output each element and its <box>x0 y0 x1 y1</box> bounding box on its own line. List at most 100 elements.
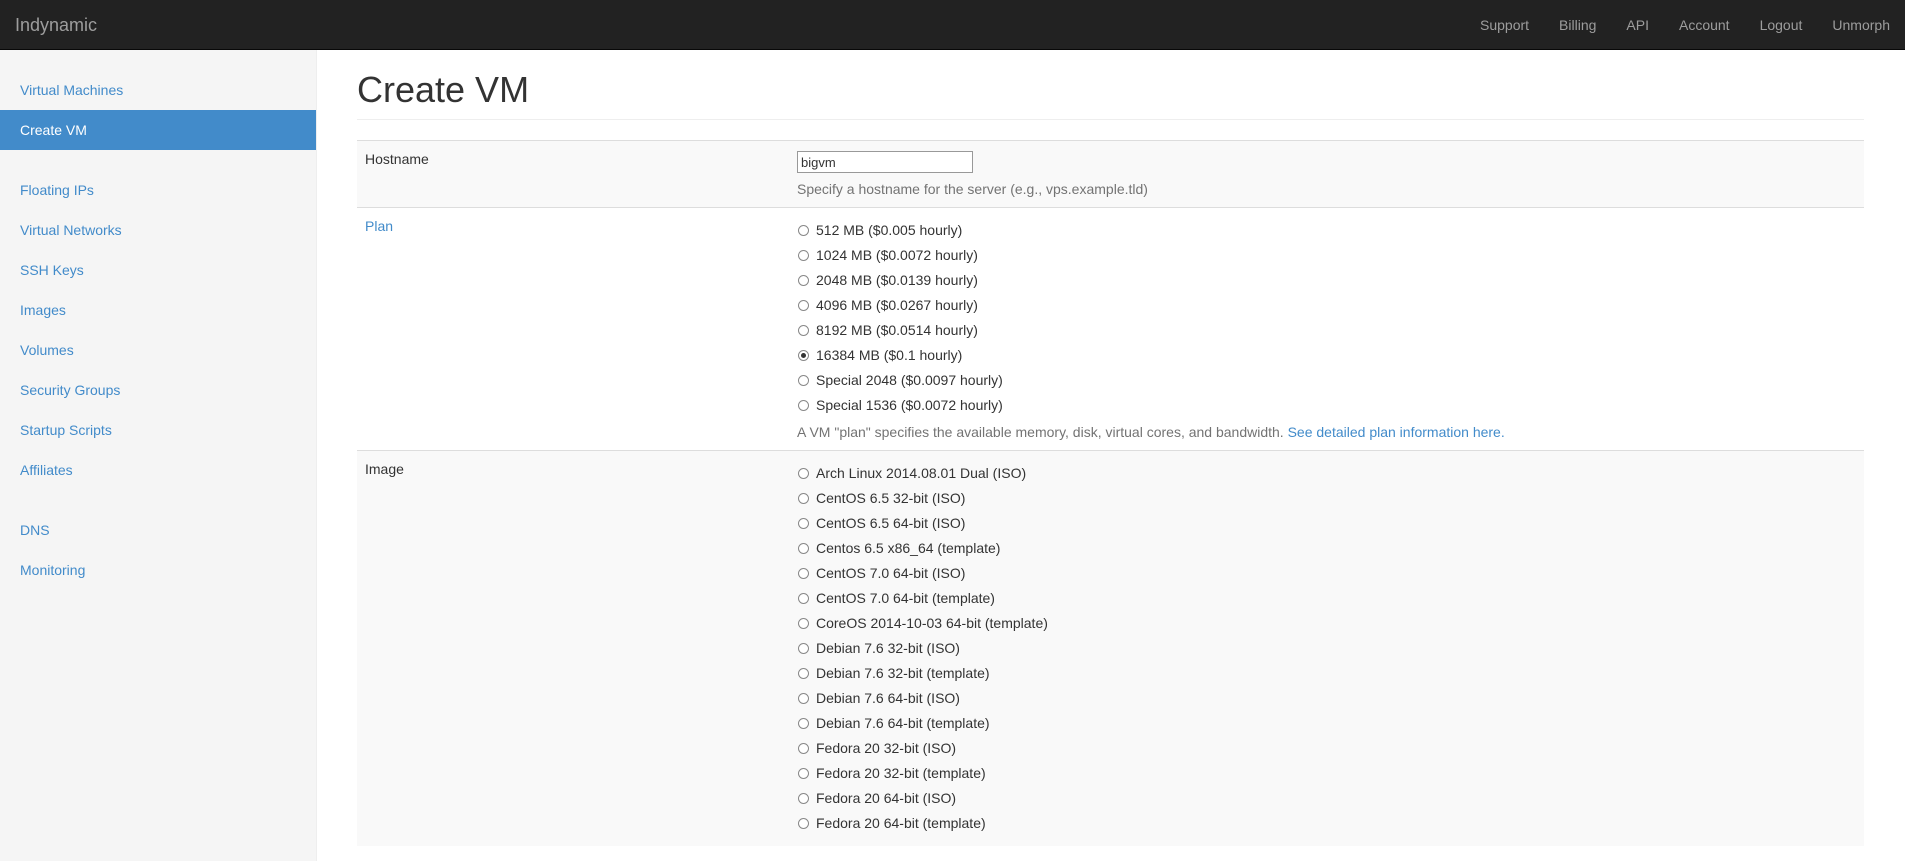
sidebar-link-images[interactable]: Images <box>0 290 316 330</box>
plan-details-link[interactable]: See detailed plan information here. <box>1288 424 1505 440</box>
sidebar-item-images: Images <box>0 290 316 330</box>
sidebar-link-security-groups[interactable]: Security Groups <box>0 370 316 410</box>
plan-label[interactable]: Plan <box>357 208 797 450</box>
image-option-label: Centos 6.5 x86_64 (template) <box>816 540 1001 556</box>
plan-option[interactable]: 4096 MB ($0.0267 hourly) <box>797 293 1864 318</box>
image-option[interactable]: Fedora 20 64-bit (template) <box>797 811 1864 836</box>
plan-option[interactable]: 16384 MB ($0.1 hourly) <box>797 343 1864 368</box>
image-radio[interactable] <box>798 818 809 829</box>
image-option-label: CentOS 7.0 64-bit (template) <box>816 590 995 606</box>
plan-option[interactable]: Special 2048 ($0.0097 hourly) <box>797 368 1864 393</box>
plan-option[interactable]: 512 MB ($0.005 hourly) <box>797 218 1864 243</box>
image-option[interactable]: Fedora 20 64-bit (ISO) <box>797 786 1864 811</box>
sidebar-item-virtual-networks: Virtual Networks <box>0 210 316 250</box>
sidebar-item-ssh-keys: SSH Keys <box>0 250 316 290</box>
sidebar-link-virtual-machines[interactable]: Virtual Machines <box>0 70 316 110</box>
sidebar-item-security-groups: Security Groups <box>0 370 316 410</box>
sidebar-group-vms: Virtual Machines Create VM <box>0 70 316 150</box>
sidebar-item-dns: DNS <box>0 510 316 550</box>
image-option[interactable]: CentOS 7.0 64-bit (ISO) <box>797 561 1864 586</box>
topnav-link-billing[interactable]: Billing <box>1544 0 1611 50</box>
sidebar-link-monitoring[interactable]: Monitoring <box>0 550 316 590</box>
image-option[interactable]: Debian 7.6 64-bit (ISO) <box>797 686 1864 711</box>
image-radio[interactable] <box>798 643 809 654</box>
plan-options: 512 MB ($0.005 hourly) 1024 MB ($0.0072 h… <box>797 218 1864 418</box>
plan-option-label: Special 2048 ($0.0097 hourly) <box>816 372 1003 388</box>
image-radio[interactable] <box>798 668 809 679</box>
plan-option-label: 1024 MB ($0.0072 hourly) <box>816 247 978 263</box>
image-radio[interactable] <box>798 468 809 479</box>
image-option-label: Fedora 20 32-bit (ISO) <box>816 740 957 756</box>
topnav-link-account[interactable]: Account <box>1664 0 1745 50</box>
image-option[interactable]: Fedora 20 32-bit (ISO) <box>797 736 1864 761</box>
hostname-help: Specify a hostname for the server (e.g.,… <box>797 181 1148 197</box>
topnav-link-api[interactable]: API <box>1611 0 1664 50</box>
plan-radio[interactable] <box>798 400 809 411</box>
image-option[interactable]: CoreOS 2014-10-03 64-bit (template) <box>797 611 1864 636</box>
image-option-label: Fedora 20 32-bit (template) <box>816 765 986 781</box>
sidebar-link-startup-scripts[interactable]: Startup Scripts <box>0 410 316 450</box>
image-radio[interactable] <box>798 743 809 754</box>
plan-radio[interactable] <box>798 225 809 236</box>
plan-radio[interactable] <box>798 375 809 386</box>
sidebar-item-monitoring: Monitoring <box>0 550 316 590</box>
sidebar-item-create-vm: Create VM <box>0 110 316 150</box>
image-option[interactable]: CentOS 6.5 64-bit (ISO) <box>797 511 1864 536</box>
topnav-link-logout[interactable]: Logout <box>1745 0 1818 50</box>
plan-radio[interactable] <box>798 350 809 361</box>
image-radio[interactable] <box>798 593 809 604</box>
sidebar-link-dns[interactable]: DNS <box>0 510 316 550</box>
image-radio[interactable] <box>798 543 809 554</box>
sidebar-group-resources: Floating IPs Virtual Networks SSH Keys Imag… <box>0 170 316 490</box>
image-radio[interactable] <box>798 718 809 729</box>
image-radio[interactable] <box>798 618 809 629</box>
plan-radio[interactable] <box>798 325 809 336</box>
image-option[interactable]: Centos 6.5 x86_64 (template) <box>797 536 1864 561</box>
image-option-label: Debian 7.6 32-bit (ISO) <box>816 640 960 656</box>
plan-option[interactable]: 8192 MB ($0.0514 hourly) <box>797 318 1864 343</box>
plan-option[interactable]: 2048 MB ($0.0139 hourly) <box>797 268 1864 293</box>
image-radio[interactable] <box>798 568 809 579</box>
plan-option-label: Special 1536 ($0.0072 hourly) <box>816 397 1003 413</box>
image-radio[interactable] <box>798 693 809 704</box>
image-radio[interactable] <box>798 793 809 804</box>
sidebar-link-create-vm[interactable]: Create VM <box>0 110 316 150</box>
plan-option-label: 16384 MB ($0.1 hourly) <box>816 347 963 363</box>
sidebar-link-affiliates[interactable]: Affiliates <box>0 450 316 490</box>
image-option[interactable]: Fedora 20 32-bit (template) <box>797 761 1864 786</box>
plan-option-label: 2048 MB ($0.0139 hourly) <box>816 272 978 288</box>
brand-link[interactable]: Indynamic <box>15 0 97 50</box>
sidebar-link-volumes[interactable]: Volumes <box>0 330 316 370</box>
sidebar-item-affiliates: Affiliates <box>0 450 316 490</box>
sidebar: Virtual Machines Create VM Floating IPs Vi… <box>0 50 317 861</box>
hostname-row: Hostname Specify a hostname for the serv… <box>357 140 1864 207</box>
sidebar-item-startup-scripts: Startup Scripts <box>0 410 316 450</box>
sidebar-item-virtual-machines: Virtual Machines <box>0 70 316 110</box>
sidebar-link-virtual-networks[interactable]: Virtual Networks <box>0 210 316 250</box>
sidebar-item-floating-ips: Floating IPs <box>0 170 316 210</box>
image-options: Arch Linux 2014.08.01 Dual (ISO) CentOS 6… <box>797 461 1864 836</box>
image-radio[interactable] <box>798 768 809 779</box>
hostname-label: Hostname <box>365 151 429 167</box>
image-option[interactable]: Debian 7.6 32-bit (ISO) <box>797 636 1864 661</box>
image-option[interactable]: Debian 7.6 64-bit (template) <box>797 711 1864 736</box>
image-radio[interactable] <box>798 518 809 529</box>
topnav-link-unmorph[interactable]: Unmorph <box>1817 0 1905 50</box>
sidebar-link-floating-ips[interactable]: Floating IPs <box>0 170 316 210</box>
image-option[interactable]: CentOS 7.0 64-bit (template) <box>797 586 1864 611</box>
sidebar-group-services: DNS Monitoring <box>0 510 316 590</box>
topnav-link-support[interactable]: Support <box>1465 0 1544 50</box>
plan-option[interactable]: 1024 MB ($0.0072 hourly) <box>797 243 1864 268</box>
image-option[interactable]: Arch Linux 2014.08.01 Dual (ISO) <box>797 461 1864 486</box>
sidebar-link-ssh-keys[interactable]: SSH Keys <box>0 250 316 290</box>
image-radio[interactable] <box>798 493 809 504</box>
image-option[interactable]: CentOS 6.5 32-bit (ISO) <box>797 486 1864 511</box>
hostname-input[interactable] <box>797 151 973 173</box>
main-content: Create VM Hostname Specify a hostname fo… <box>357 50 1864 861</box>
plan-option[interactable]: Special 1536 ($0.0072 hourly) <box>797 393 1864 418</box>
image-option[interactable]: Debian 7.6 32-bit (template) <box>797 661 1864 686</box>
plan-help-text: A VM "plan" specifies the available memo… <box>797 424 1284 440</box>
plan-radio[interactable] <box>798 300 809 311</box>
plan-radio[interactable] <box>798 250 809 261</box>
plan-radio[interactable] <box>798 275 809 286</box>
